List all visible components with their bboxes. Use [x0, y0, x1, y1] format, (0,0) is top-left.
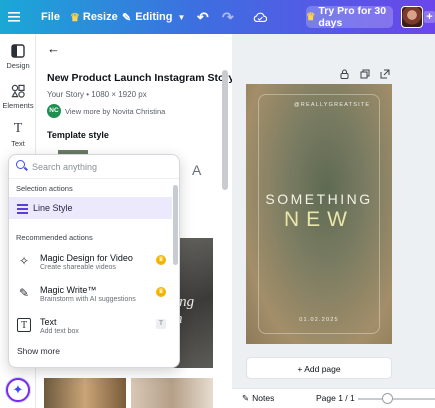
add-page-icon[interactable] — [380, 69, 390, 81]
action-text[interactable]: T Text Add text box T — [9, 313, 172, 341]
try-pro-button[interactable]: ♛ Try Pro for 30 days — [306, 5, 393, 29]
view-more-link[interactable]: View more by Novita Christina — [65, 107, 165, 116]
crown-icon: ♛ — [156, 287, 166, 297]
resize-button[interactable]: ♛ Resize — [70, 0, 118, 34]
search-row — [9, 155, 179, 179]
notes-button[interactable]: ✎ Notes — [242, 393, 274, 404]
shortcut-key: T — [156, 319, 166, 329]
template-title: New Product Launch Instagram Story — [47, 72, 235, 84]
line-style-label: Line Style — [33, 203, 73, 213]
footer-bar: ✎ Notes Page 1 / 1 — [232, 388, 435, 408]
zoom-slider-handle[interactable] — [382, 393, 393, 404]
story-date-text[interactable]: 01.02.2025 — [246, 317, 392, 323]
story-handle-text[interactable]: @REALLYGREATSITE — [294, 102, 370, 108]
author-avatar: NC — [47, 104, 61, 118]
action-magic-write[interactable]: ✎ Magic Write™ Brainstorm with AI sugges… — [9, 281, 172, 309]
line-style-item[interactable]: Line Style — [9, 197, 172, 219]
avatar[interactable] — [401, 6, 423, 28]
recommended-actions-header: Recommended actions — [16, 233, 93, 242]
selection-actions-header: Selection actions — [16, 184, 73, 193]
quick-actions-popup: Selection actions Line Style Recommended… — [8, 154, 180, 368]
rail-item-label: Text — [11, 139, 25, 148]
crown-icon: ♛ — [306, 11, 316, 23]
magic-design-icon: ✧ — [18, 254, 30, 268]
pencil-icon: ✎ — [122, 11, 132, 24]
story-headline-2[interactable]: NEW — [246, 208, 392, 232]
chevron-down-icon: ▼ — [177, 12, 186, 22]
sparkle-icon: ✦ — [12, 382, 24, 397]
page-indicator[interactable]: Page 1 / 1 — [316, 393, 355, 403]
top-bar: File ♛ Resize ✎ Editing ▼ ↶ ↷ ♛ Try Pro … — [0, 0, 435, 34]
popup-scrollbar[interactable] — [173, 185, 178, 265]
text-box-icon: T — [17, 318, 31, 332]
show-more-link[interactable]: Show more — [17, 346, 60, 356]
crown-icon: ♛ — [156, 255, 166, 265]
resize-label: Resize — [82, 11, 118, 23]
file-menu[interactable]: File — [41, 0, 60, 34]
story-headline-1[interactable]: SOMETHING — [246, 191, 392, 207]
back-arrow-icon[interactable]: ← — [47, 41, 60, 56]
crown-icon: ♛ — [70, 11, 80, 24]
editing-mode-label: Editing — [135, 11, 173, 23]
rail-item-label: Elements — [2, 101, 34, 110]
template-thumbnail[interactable] — [131, 378, 213, 408]
elements-icon — [11, 84, 25, 98]
template-style-heading: Template style — [47, 130, 109, 140]
template-meta: Your Story • 1080 × 1920 px — [47, 90, 147, 99]
notes-label: Notes — [252, 393, 275, 403]
font-style-glyph[interactable]: A — [192, 162, 201, 178]
line-style-icon — [17, 204, 28, 216]
notes-icon: ✎ — [242, 393, 250, 403]
undo-icon[interactable]: ↶ — [197, 0, 209, 34]
rail-item-design[interactable]: Design — [0, 44, 36, 70]
template-thumbnail[interactable] — [44, 378, 126, 408]
try-pro-label: Try Pro for 30 days — [318, 5, 387, 29]
story-page[interactable]: @REALLYGREATSITE SOMETHING NEW 01.02.202… — [246, 84, 392, 344]
menu-icon[interactable] — [8, 0, 20, 34]
rail-item-label: Design — [6, 61, 30, 70]
zoom-slider-track[interactable] — [358, 398, 435, 400]
editing-mode-dropdown[interactable]: ✎ Editing ▼ — [122, 0, 185, 34]
duplicate-page-icon[interactable] — [360, 69, 370, 81]
action-magic-design-video[interactable]: ✧ Magic Design for Video Create shareabl… — [9, 249, 172, 277]
cloud-sync-icon[interactable] — [253, 0, 267, 34]
rail-item-elements[interactable]: Elements — [0, 84, 36, 110]
magic-assistant-button[interactable]: ✦ — [6, 378, 30, 402]
rail-item-text[interactable]: T Text — [0, 121, 36, 149]
text-icon: T — [13, 121, 23, 136]
panel-scrollbar[interactable] — [222, 70, 228, 190]
magic-write-icon: ✎ — [18, 286, 30, 300]
redo-icon[interactable]: ↷ — [222, 0, 234, 34]
search-input[interactable] — [32, 159, 172, 175]
share-plus-button[interactable]: + — [424, 11, 435, 23]
search-icon — [16, 160, 28, 172]
add-page-button[interactable]: + Add page — [246, 357, 392, 379]
design-icon — [11, 44, 25, 58]
lock-icon[interactable] — [340, 69, 349, 81]
